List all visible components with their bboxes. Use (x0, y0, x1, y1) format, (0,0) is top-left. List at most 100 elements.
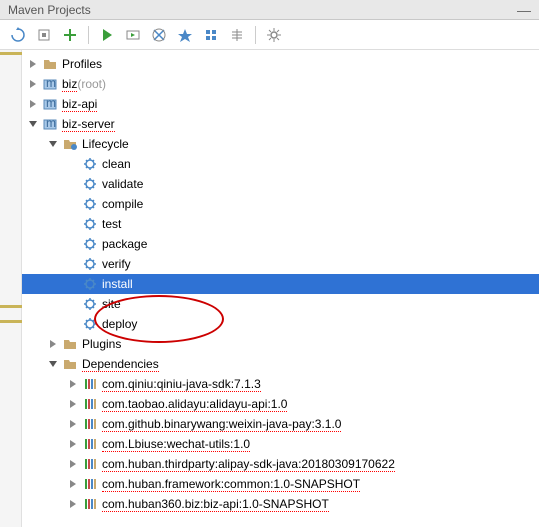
svg-text:m: m (46, 97, 56, 110)
dependency-item[interactable]: com.huban360.biz:biz-api:1.0-SNAPSHOT (22, 494, 539, 514)
folder-icon (62, 356, 78, 372)
tree-node-lifecycle[interactable]: Lifecycle (22, 134, 539, 154)
settings-icon[interactable] (264, 25, 284, 45)
library-icon (82, 456, 98, 472)
lifecycle-item-site[interactable]: site (22, 294, 539, 314)
lifecycle-label: validate (102, 177, 143, 191)
generate-icon[interactable] (34, 25, 54, 45)
gear-icon (82, 276, 98, 292)
offline-icon[interactable] (175, 25, 195, 45)
tree-node-dependencies[interactable]: Dependencies (22, 354, 539, 374)
dependency-item[interactable]: com.huban.framework:common:1.0-SNAPSHOT (22, 474, 539, 494)
dependency-label: com.huban.thirdparty:alipay-sdk-java:201… (102, 457, 395, 472)
dependency-label: com.qiniu:qiniu-java-sdk:7.1.3 (102, 377, 261, 392)
tree-node-profiles[interactable]: Profiles (22, 54, 539, 74)
lifecycle-item-install[interactable]: install (22, 274, 539, 294)
dependency-label: com.github.binarywang:weixin-java-pay:3.… (102, 417, 341, 432)
dependency-item[interactable]: com.Lbiuse:wechat-utils:1.0 (22, 434, 539, 454)
collapse-icon[interactable] (227, 25, 247, 45)
lifecycle-label: site (102, 297, 121, 311)
expand-arrow-icon[interactable] (66, 417, 80, 431)
library-icon (82, 436, 98, 452)
expand-arrow-icon[interactable] (66, 397, 80, 411)
node-label: biz-api (62, 97, 97, 112)
title-bar: Maven Projects — (0, 0, 539, 20)
svg-text:m: m (46, 77, 56, 90)
library-icon (82, 496, 98, 512)
gear-icon (82, 196, 98, 212)
dependency-label: com.huban360.biz:biz-api:1.0-SNAPSHOT (102, 497, 329, 512)
expand-arrow-icon[interactable] (26, 97, 40, 111)
lifecycle-item-compile[interactable]: compile (22, 194, 539, 214)
add-icon[interactable] (60, 25, 80, 45)
lifecycle-item-validate[interactable]: validate (22, 174, 539, 194)
dependency-item[interactable]: com.qiniu:qiniu-java-sdk:7.1.3 (22, 374, 539, 394)
tree-node-plugins[interactable]: Plugins (22, 334, 539, 354)
gutter-marker (0, 320, 22, 323)
gutter-marker (0, 52, 22, 55)
expand-arrow-icon[interactable] (46, 337, 60, 351)
library-icon (82, 416, 98, 432)
run-icon[interactable] (97, 25, 117, 45)
expand-arrow-icon[interactable] (66, 377, 80, 391)
dependency-item[interactable]: com.github.binarywang:weixin-java-pay:3.… (22, 414, 539, 434)
node-suffix: (root) (77, 77, 106, 91)
lifecycle-label: clean (102, 157, 131, 171)
gear-icon (82, 216, 98, 232)
expand-arrow-icon[interactable] (66, 437, 80, 451)
lifecycle-item-clean[interactable]: clean (22, 154, 539, 174)
skip-tests-icon[interactable] (149, 25, 169, 45)
lifecycle-item-verify[interactable]: verify (22, 254, 539, 274)
panel-title: Maven Projects (8, 3, 91, 17)
download-icon[interactable] (201, 25, 221, 45)
dependency-label: com.Lbiuse:wechat-utils:1.0 (102, 437, 250, 452)
gutter-marker (0, 305, 22, 308)
gear-icon (82, 296, 98, 312)
node-label: Profiles (62, 57, 102, 71)
lifecycle-item-test[interactable]: test (22, 214, 539, 234)
folder-icon (62, 336, 78, 352)
collapse-arrow-icon[interactable] (46, 137, 60, 151)
tree-node-biz-api[interactable]: m biz-api (22, 94, 539, 114)
library-icon (82, 396, 98, 412)
collapse-arrow-icon[interactable] (46, 357, 60, 371)
library-icon (82, 376, 98, 392)
node-label: biz (62, 77, 77, 92)
expand-arrow-icon[interactable] (26, 77, 40, 91)
gear-icon (82, 256, 98, 272)
reimport-icon[interactable] (8, 25, 28, 45)
lifecycle-label: install (102, 277, 133, 291)
library-icon (82, 476, 98, 492)
expand-arrow-icon[interactable] (66, 497, 80, 511)
minimize-button[interactable]: — (517, 2, 531, 18)
gear-icon (82, 156, 98, 172)
maven-module-icon: m (42, 76, 58, 92)
toolbar-separator (88, 26, 89, 44)
tree: Profiles m biz (root) m biz-api m biz-se… (22, 50, 539, 527)
lifecycle-item-package[interactable]: package (22, 234, 539, 254)
dependency-label: com.huban.framework:common:1.0-SNAPSHOT (102, 477, 360, 492)
expand-arrow-icon[interactable] (26, 57, 40, 71)
tree-node-biz-root[interactable]: m biz (root) (22, 74, 539, 94)
node-label: Lifecycle (82, 137, 129, 151)
run-config-icon[interactable] (123, 25, 143, 45)
tree-node-biz-server[interactable]: m biz-server (22, 114, 539, 134)
lifecycle-label: verify (102, 257, 131, 271)
gear-icon (82, 316, 98, 332)
lifecycle-label: compile (102, 197, 143, 211)
gutter (0, 50, 22, 527)
node-label: Dependencies (82, 357, 159, 372)
lifecycle-label: package (102, 237, 147, 251)
lifecycle-label: test (102, 217, 121, 231)
toolbar-separator (255, 26, 256, 44)
dependency-item[interactable]: com.huban.thirdparty:alipay-sdk-java:201… (22, 454, 539, 474)
node-label: biz-server (62, 117, 115, 132)
expand-arrow-icon[interactable] (66, 457, 80, 471)
dependency-label: com.taobao.alidayu:alidayu-api:1.0 (102, 397, 287, 412)
svg-text:m: m (46, 117, 56, 130)
gear-icon (82, 176, 98, 192)
lifecycle-item-deploy[interactable]: deploy (22, 314, 539, 334)
expand-arrow-icon[interactable] (66, 477, 80, 491)
collapse-arrow-icon[interactable] (26, 117, 40, 131)
dependency-item[interactable]: com.taobao.alidayu:alidayu-api:1.0 (22, 394, 539, 414)
